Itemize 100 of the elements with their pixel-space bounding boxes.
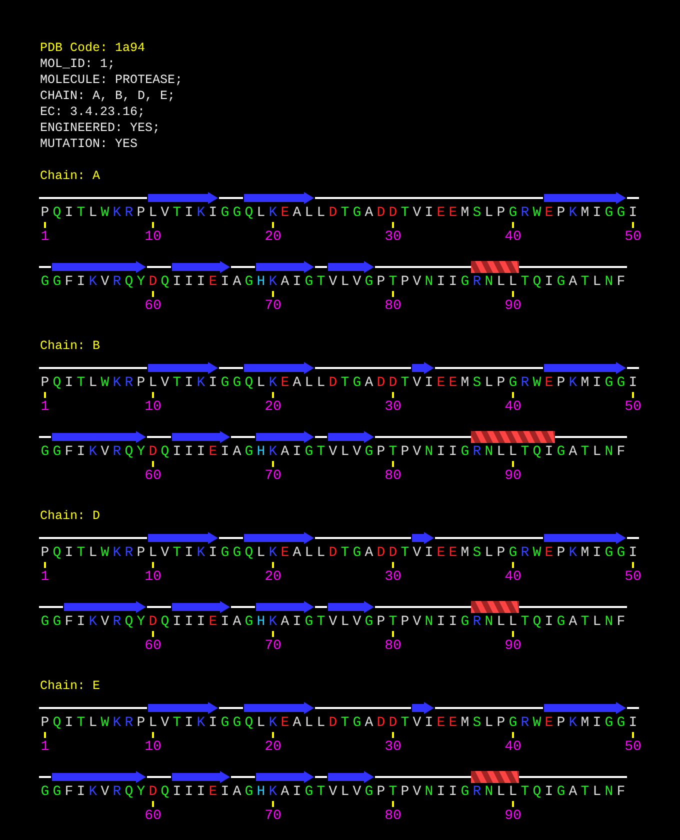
residue-letter: K <box>112 205 122 221</box>
residue-letter: I <box>172 444 182 460</box>
tick-mark <box>392 461 394 467</box>
residue-number: 70 <box>264 468 282 484</box>
residue-letter: A <box>292 545 302 561</box>
residue-letter: A <box>280 784 290 800</box>
residue-letter: D <box>328 715 338 731</box>
tick-mark <box>512 222 514 228</box>
residue-letter: K <box>268 784 278 800</box>
residue-letter: N <box>424 274 434 290</box>
residue-letter: V <box>100 444 110 460</box>
residue-letter: I <box>292 444 302 460</box>
residue-letter: A <box>292 205 302 221</box>
residue-letter: V <box>412 715 422 731</box>
residue-letter: W <box>100 205 110 221</box>
residue-letter: A <box>364 545 374 561</box>
residue-letter: T <box>520 784 530 800</box>
residue-letter: I <box>184 375 194 391</box>
residue-letter: R <box>472 444 482 460</box>
residue-letter: I <box>208 715 218 731</box>
residue-letter: L <box>496 614 506 630</box>
residue-letter: L <box>256 375 266 391</box>
residue-letter: D <box>148 784 158 800</box>
residue-letter: E <box>544 545 554 561</box>
residue-letter: I <box>436 444 446 460</box>
tick-mark <box>512 562 514 568</box>
residue-number: 20 <box>264 739 282 755</box>
residue-letter: L <box>316 545 326 561</box>
residue-letter: L <box>496 784 506 800</box>
residue-letter: P <box>376 444 386 460</box>
residue-letter: T <box>580 274 590 290</box>
residue-letter: G <box>616 715 626 731</box>
residue-letter: K <box>268 205 278 221</box>
residue-number: 80 <box>384 468 402 484</box>
residue-letter: Q <box>532 784 542 800</box>
residue-letter: G <box>220 545 230 561</box>
residue-letter: K <box>268 614 278 630</box>
residue-letter: I <box>592 715 602 731</box>
residue-letter: G <box>220 205 230 221</box>
tick-mark <box>152 222 154 228</box>
residue-letter: P <box>40 715 50 731</box>
residue-letter: I <box>220 274 230 290</box>
residue-letter: I <box>628 375 638 391</box>
residue-letter: F <box>616 274 626 290</box>
residue-number: 40 <box>504 399 522 415</box>
residue-letter: A <box>292 375 302 391</box>
residue-letter: L <box>340 274 350 290</box>
residue-letter: M <box>460 205 470 221</box>
residue-letter: I <box>184 614 194 630</box>
residue-letter: G <box>616 545 626 561</box>
residue-letter: G <box>352 205 362 221</box>
residue-number: 20 <box>264 569 282 585</box>
residue-letter: Y <box>136 444 146 460</box>
residue-letter: K <box>268 715 278 731</box>
residue-letter: G <box>508 545 518 561</box>
residue-letter: L <box>508 444 518 460</box>
residue-letter: Q <box>532 274 542 290</box>
residue-letter: N <box>424 444 434 460</box>
residue-letter: I <box>448 274 458 290</box>
residue-letter: L <box>88 715 98 731</box>
residue-letter: L <box>148 375 158 391</box>
residue-letter: R <box>520 205 530 221</box>
residue-letter: I <box>544 444 554 460</box>
residue-letter: W <box>532 715 542 731</box>
residue-letter: T <box>340 205 350 221</box>
residue-letter: A <box>568 784 578 800</box>
residue-letter: I <box>196 784 206 800</box>
residue-letter: N <box>484 614 494 630</box>
residue-letter: T <box>400 205 410 221</box>
residue-letter: Q <box>532 444 542 460</box>
residue-letter: I <box>424 545 434 561</box>
residue-letter: K <box>268 274 278 290</box>
header-line: ENGINEERED: YES; <box>40 120 162 136</box>
residue-letter: K <box>196 375 206 391</box>
header-line: MOLECULE: PROTEASE; <box>40 72 184 88</box>
residue-letter: R <box>472 274 482 290</box>
residue-letter: N <box>424 784 434 800</box>
residue-letter: E <box>280 715 290 731</box>
tick-mark <box>152 392 154 398</box>
residue-letter: E <box>208 274 218 290</box>
residue-letter: D <box>328 545 338 561</box>
residue-letter: N <box>604 614 614 630</box>
tick-mark <box>272 461 274 467</box>
residue-letter: E <box>208 614 218 630</box>
residue-number: 80 <box>384 808 402 824</box>
residue-number: 90 <box>504 298 522 314</box>
residue-letter: D <box>388 715 398 731</box>
residue-letter: T <box>580 444 590 460</box>
residue-letter: T <box>580 614 590 630</box>
residue-letter: K <box>112 715 122 731</box>
header-line: MOL_ID: 1; <box>40 56 116 72</box>
residue-letter: I <box>184 444 194 460</box>
residue-letter: E <box>280 205 290 221</box>
residue-letter: Q <box>124 444 134 460</box>
residue-letter: G <box>52 444 62 460</box>
residue-letter: G <box>40 274 50 290</box>
residue-letter: I <box>76 614 86 630</box>
tick-mark <box>392 801 394 807</box>
residue-letter: G <box>52 274 62 290</box>
residue-letter: I <box>424 715 434 731</box>
